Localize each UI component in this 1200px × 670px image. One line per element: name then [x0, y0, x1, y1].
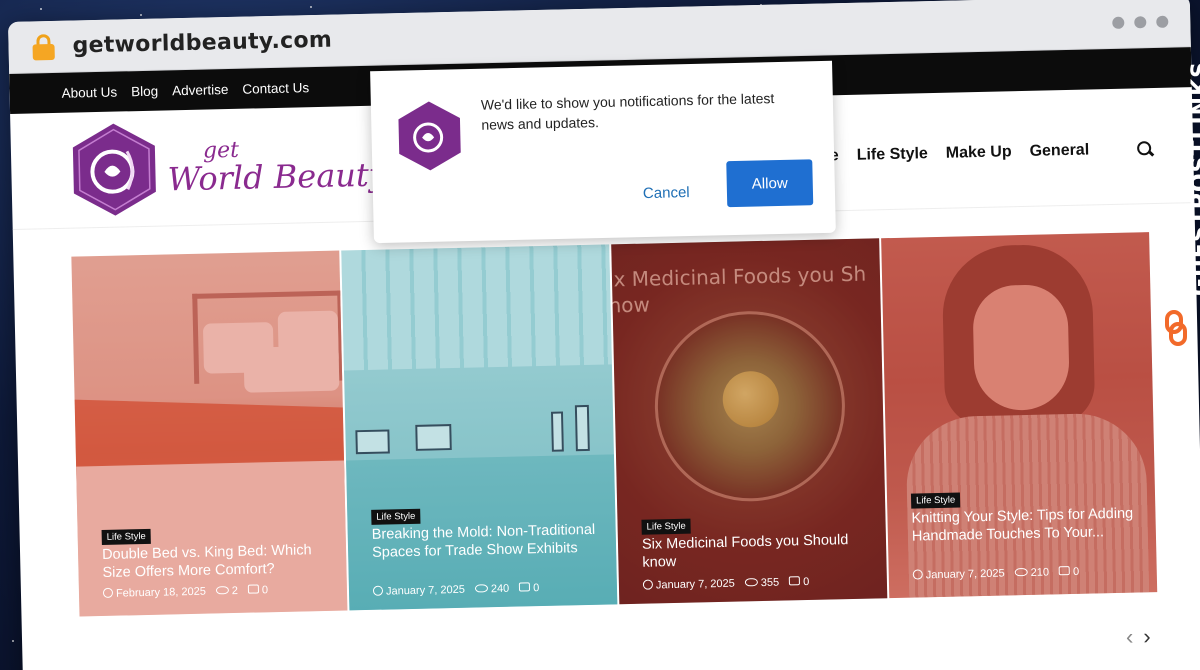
- topbar-link-blog[interactable]: Blog: [131, 83, 158, 99]
- post-card[interactable]: Life Style Breaking the Mold: Non-Tradit…: [341, 244, 618, 611]
- topbar-link-advertise[interactable]: Advertise: [172, 82, 229, 98]
- eye-icon: [1014, 568, 1028, 577]
- eye-icon: [215, 586, 229, 595]
- clock-icon: [912, 569, 923, 580]
- featured-posts: Life Style Double Bed vs. King Bed: Whic…: [71, 232, 1158, 617]
- nav-item-life-style[interactable]: Life Style: [857, 145, 929, 165]
- comment-icon: [789, 576, 801, 586]
- eye-icon: [744, 578, 758, 587]
- slider-arrows: ‹ ›: [1126, 624, 1151, 651]
- allow-button[interactable]: Allow: [726, 159, 814, 208]
- post-comments: 0: [1072, 565, 1080, 578]
- clock-icon: [642, 579, 654, 590]
- main-nav: ome Life Style Make Up General: [806, 140, 1154, 166]
- post-views: 240: [490, 582, 510, 596]
- window-dot-icon[interactable]: [1156, 15, 1169, 28]
- comment-icon: [1058, 566, 1071, 576]
- post-category-badge[interactable]: Life Style: [641, 518, 691, 535]
- clock-icon: [372, 585, 384, 596]
- post-card[interactable]: Life Style Knitting Your Style: Tips for…: [881, 232, 1158, 599]
- window-dot-icon[interactable]: [1112, 16, 1125, 29]
- post-title[interactable]: Knitting Your Style: Tips for Adding Han…: [911, 504, 1140, 545]
- post-title[interactable]: Double Bed vs. King Bed: Which Size Offe…: [102, 541, 331, 582]
- post-category-badge[interactable]: Life Style: [101, 528, 151, 546]
- comment-icon: [247, 584, 260, 594]
- clock-icon: [102, 587, 114, 598]
- post-date: January 7, 2025: [925, 567, 1005, 582]
- post-card[interactable]: Life Style Double Bed vs. King Bed: Whic…: [71, 250, 348, 617]
- post-views: 2: [231, 584, 239, 598]
- notification-prompt: We'd like to show you notifications for …: [370, 60, 836, 244]
- post-views: 355: [760, 576, 780, 590]
- post-comments: 0: [803, 575, 810, 589]
- nav-item-general[interactable]: General: [1029, 142, 1089, 161]
- eye-icon: [474, 584, 488, 593]
- cancel-button[interactable]: Cancel: [629, 176, 704, 211]
- topbar-link-contact[interactable]: Contact Us: [242, 80, 309, 97]
- post-comments: 0: [533, 582, 540, 595]
- post-category-badge[interactable]: Life Style: [371, 508, 421, 525]
- window-dot-icon[interactable]: [1134, 16, 1147, 29]
- search-icon[interactable]: [1137, 141, 1153, 157]
- site-logo-icon: [398, 101, 461, 171]
- post-title[interactable]: Breaking the Mold: Non-Traditional Space…: [372, 521, 601, 562]
- chevron-right-icon[interactable]: ›: [1143, 624, 1151, 650]
- link-icon: [1165, 310, 1187, 346]
- post-comments: 0: [261, 584, 269, 597]
- post-date: January 7, 2025: [385, 583, 466, 598]
- comment-icon: [519, 582, 531, 592]
- notification-message: We'd like to show you notifications for …: [480, 90, 775, 134]
- post-title[interactable]: Six Medicinal Foods you Should know: [642, 531, 871, 572]
- lock-icon: [32, 33, 55, 60]
- logo-line2: World Beauty: [167, 155, 388, 199]
- post-category-badge[interactable]: Life Style: [910, 492, 961, 509]
- topbar-link-about[interactable]: About Us: [61, 84, 117, 100]
- post-card[interactable]: ix Medicinal Foods you Sh now Life Style…: [611, 238, 888, 605]
- window-controls: [1112, 15, 1169, 29]
- post-views: 210: [1030, 566, 1050, 579]
- site-logo[interactable]: get World Beauty: [68, 115, 387, 218]
- logo-hexagon-icon: [72, 123, 156, 216]
- chevron-left-icon[interactable]: ‹: [1126, 624, 1134, 650]
- watermark: GUESTPOSTLINKS: [1158, 56, 1200, 356]
- watermark-text: GUESTPOSTLINKS: [1188, 61, 1200, 296]
- post-date: January 7, 2025: [655, 577, 735, 592]
- nav-item-make-up[interactable]: Make Up: [946, 143, 1012, 162]
- post-date: February 18, 2025: [115, 585, 207, 600]
- url-text[interactable]: getworldbeauty.com: [72, 28, 332, 59]
